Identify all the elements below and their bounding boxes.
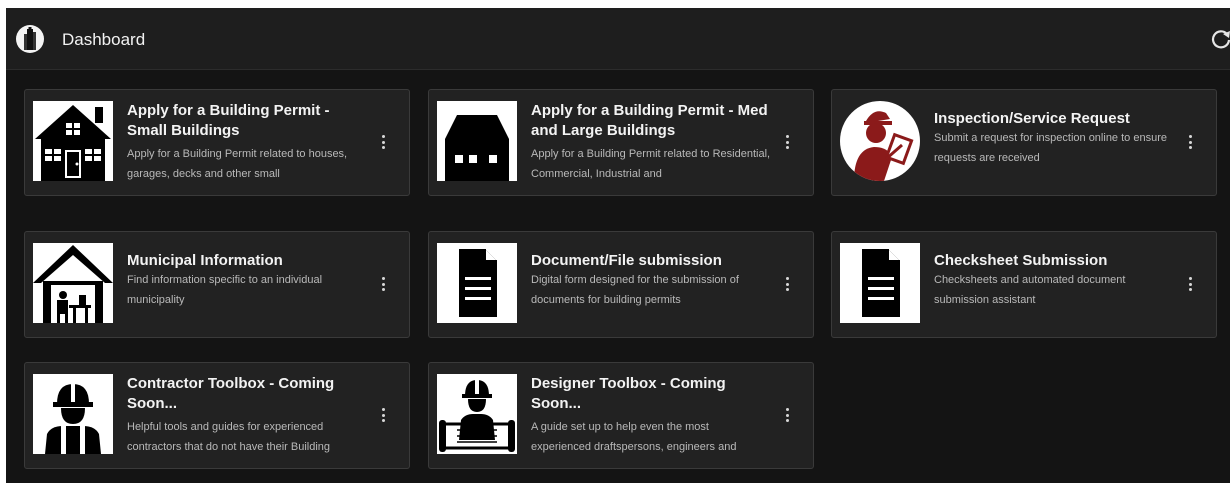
page-title: Dashboard xyxy=(62,30,146,49)
house-icon xyxy=(33,101,113,181)
card-inspection-request[interactable]: Inspection/Service Request Submit a requ… xyxy=(831,89,1217,196)
card-description: Checksheets and automated document submi… xyxy=(934,274,1126,306)
municipal-office-icon xyxy=(33,243,113,323)
card-description: Helpful tools and guides for experienced… xyxy=(127,421,331,453)
card-description: Apply for a Building Permit related to h… xyxy=(127,148,348,180)
card-designer-toolbox[interactable]: Designer Toolbox - Coming Soon... A guid… xyxy=(428,362,814,469)
card-title: Apply for a Building Permit - Small Buil… xyxy=(127,102,330,139)
card-description: Apply for a Building Permit related to R… xyxy=(531,148,771,180)
card-document-submission[interactable]: Document/File submission Digital form de… xyxy=(428,231,814,338)
building-logo-icon[interactable] xyxy=(16,25,44,53)
card-building-permit-small[interactable]: Apply for a Building Permit - Small Buil… xyxy=(24,89,410,196)
document-icon xyxy=(840,243,920,323)
card-description: Submit a request for inspection online t… xyxy=(934,132,1167,164)
more-options-icon[interactable] xyxy=(775,272,799,296)
top-bar: Dashboard xyxy=(6,8,1230,70)
card-description: Find information specific to an individu… xyxy=(127,274,323,306)
refresh-icon[interactable] xyxy=(1210,28,1230,50)
more-options-icon[interactable] xyxy=(775,403,799,427)
card-title: Municipal Information xyxy=(127,252,283,269)
more-options-icon[interactable] xyxy=(371,130,395,154)
card-title: Designer Toolbox - Coming Soon... xyxy=(531,375,726,412)
card-municipal-information[interactable]: Municipal Information Find information s… xyxy=(24,231,410,338)
large-building-icon xyxy=(437,101,517,181)
card-title: Document/File submission xyxy=(531,252,722,269)
designer-icon xyxy=(437,374,517,454)
card-description: A guide set up to help even the most exp… xyxy=(531,421,737,453)
card-building-permit-large[interactable]: Apply for a Building Permit - Med and La… xyxy=(428,89,814,196)
document-icon xyxy=(437,243,517,323)
card-contractor-toolbox[interactable]: Contractor Toolbox - Coming Soon... Help… xyxy=(24,362,410,469)
inspector-icon xyxy=(840,101,920,181)
more-options-icon[interactable] xyxy=(1178,130,1202,154)
more-options-icon[interactable] xyxy=(371,403,395,427)
more-options-icon[interactable] xyxy=(775,130,799,154)
contractor-icon xyxy=(33,374,113,454)
app-frame: Dashboard Apply for a Building Permit - … xyxy=(6,8,1230,483)
more-options-icon[interactable] xyxy=(371,272,395,296)
card-description: Digital form designed for the submission… xyxy=(531,274,739,306)
card-title: Apply for a Building Permit - Med and La… xyxy=(531,102,768,139)
card-title: Checksheet Submission xyxy=(934,252,1108,269)
card-checksheet-submission[interactable]: Checksheet Submission Checksheets and au… xyxy=(831,231,1217,338)
card-title: Contractor Toolbox - Coming Soon... xyxy=(127,375,335,412)
card-title: Inspection/Service Request xyxy=(934,110,1130,127)
more-options-icon[interactable] xyxy=(1178,272,1202,296)
